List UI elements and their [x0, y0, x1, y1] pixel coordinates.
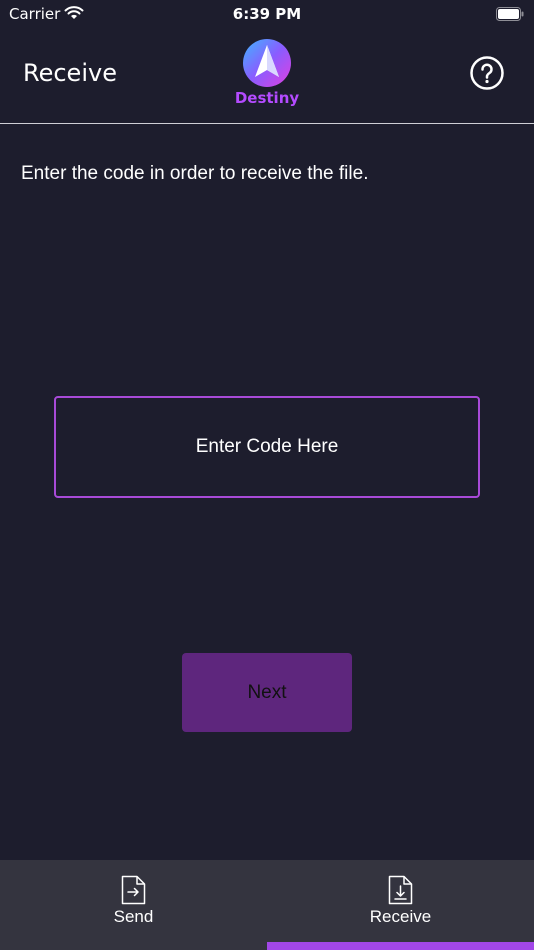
page-title: Receive: [23, 59, 117, 87]
tab-receive-label: Receive: [369, 907, 432, 926]
tab-send-label: Send: [113, 907, 154, 926]
tab-bar: Send Receive: [0, 860, 534, 950]
clock: 6:39 PM: [232, 5, 302, 23]
logo-wordmark: Destiny: [234, 89, 300, 107]
tab-receive[interactable]: Receive: [267, 860, 534, 950]
instruction-text: Enter the code in order to receive the f…: [21, 163, 369, 184]
file-download-icon: [388, 875, 413, 905]
tab-send[interactable]: Send: [0, 860, 267, 950]
code-input[interactable]: [54, 396, 480, 498]
question-circle-icon: [470, 56, 504, 90]
file-send-icon: [121, 875, 146, 905]
logo-icon: [243, 39, 291, 87]
status-bar: Carrier 6:39 PM: [0, 0, 534, 28]
next-button[interactable]: Next: [182, 653, 352, 732]
navigation-header: Receive Destiny: [0, 28, 534, 124]
help-button[interactable]: [470, 56, 504, 90]
battery-icon: [496, 6, 524, 21]
active-tab-indicator: [267, 942, 534, 950]
destiny-logo: Destiny: [227, 39, 307, 111]
